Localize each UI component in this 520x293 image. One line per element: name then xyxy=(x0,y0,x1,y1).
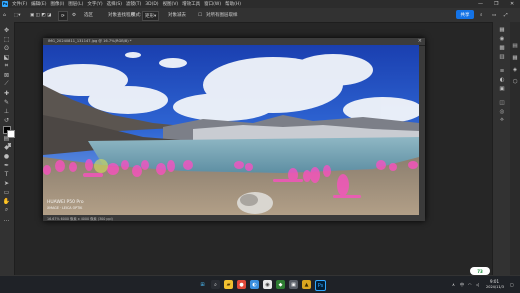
menu-file[interactable]: 文件(F) xyxy=(12,1,27,7)
quick-mask-icon[interactable]: ◙ xyxy=(5,140,14,148)
menu-window[interactable]: 窗口(W) xyxy=(204,1,221,7)
brush-tool-icon[interactable]: ✎ xyxy=(2,98,11,106)
share-button[interactable]: 共享 xyxy=(456,10,474,19)
volume-icon[interactable]: ◁ xyxy=(476,282,479,287)
weather-badge-value: 73 xyxy=(477,268,483,274)
app-icon-green[interactable]: ◆ xyxy=(276,280,285,289)
document-title: IMG_20240811_131147.jpg @ 16.7%(RGB/8) * xyxy=(48,39,132,43)
menu-plugins[interactable]: 增效工具 xyxy=(182,1,200,7)
search-icon[interactable]: ⌕ xyxy=(480,11,483,19)
wifi-icon[interactable]: ◠ xyxy=(468,282,472,287)
mode-label: 选区 xyxy=(84,13,93,18)
ime-indicator[interactable]: 中 xyxy=(460,282,464,288)
selection-mode-icons[interactable]: ▣ ◫ ◩ ◪ xyxy=(30,11,51,19)
expand-icon[interactable]: ⤢ xyxy=(504,11,508,19)
stamp-tool-icon[interactable]: ⊥ xyxy=(2,107,11,115)
channels-panel-icon[interactable]: ◎ xyxy=(498,108,506,115)
history-panel-icon[interactable]: ▦ xyxy=(498,26,506,33)
settings-icon[interactable]: ⚙ xyxy=(72,11,76,19)
home-icon[interactable]: ⌂ xyxy=(3,11,6,19)
app-icon-gray[interactable]: ▣ xyxy=(289,280,298,289)
crop-tool-icon[interactable]: ⌗ xyxy=(2,62,11,70)
object-subtract-label: 对象减去 xyxy=(168,13,186,18)
menu-image[interactable]: 图像(I) xyxy=(50,1,64,7)
menu-select[interactable]: 选择(S) xyxy=(107,1,122,7)
options-bar: ⌂ ⬚▾ ▣ ◫ ◩ ◪ ⟳ ⚙ 选区 对象查找程序 模式: 矩形 ▾ 对象减去 … xyxy=(0,8,520,23)
document-status-text: 16.67% 6000 像素 x 4000 像素 (300 ppi) xyxy=(47,217,113,221)
tray-arrow-icon[interactable]: ∧ xyxy=(452,282,455,287)
object-selection-icon[interactable]: ⬕ xyxy=(2,53,11,61)
marquee-tool-icon[interactable]: ⬚ xyxy=(2,35,11,43)
app-icon-yellow[interactable]: ▲ xyxy=(302,280,311,289)
tools-panel: ✥ ⬚ ʘ ⬕ ⌗ ⊠ ⟋ ✚ ✎ ⊥ ↺ ◧ ▤ ◆ ● ✒ T ➤ ▭ ✋ … xyxy=(0,22,15,275)
frame-tool-icon[interactable]: ⊠ xyxy=(2,71,11,79)
landscape-photo xyxy=(43,45,419,215)
panel-icon-a[interactable]: ▤ xyxy=(511,42,519,49)
lasso-tool-icon[interactable]: ʘ xyxy=(2,44,11,52)
workspace-icon[interactable]: ▭ xyxy=(492,11,496,19)
paths-panel-icon[interactable]: ⟡ xyxy=(498,117,506,124)
mode-select[interactable]: 矩形 ▾ xyxy=(142,11,160,21)
watermark-sub: XMAGE · LEICA OPTIK xyxy=(47,206,83,210)
weather-widget-badge[interactable]: 73 xyxy=(470,267,490,275)
sample-label: 模式: xyxy=(131,13,142,18)
refresh-button[interactable]: ⟳ xyxy=(58,11,68,21)
menu-filter[interactable]: 滤镜(T) xyxy=(126,1,141,7)
shape-tool-icon[interactable]: ▭ xyxy=(2,188,11,196)
app-icon-red[interactable]: ● xyxy=(237,280,246,289)
panel-icon-c[interactable]: ◈ xyxy=(511,66,519,73)
move-tool-icon[interactable]: ✥ xyxy=(2,26,11,34)
menu-layer[interactable]: 图层(L) xyxy=(68,1,83,7)
photoshop-logo: Ps xyxy=(2,1,8,7)
menu-view[interactable]: 视图(V) xyxy=(163,1,179,7)
menu-bar: Ps 文件(F) 编辑(E) 图像(I) 图层(L) 文字(Y) 选择(S) 滤… xyxy=(0,0,520,8)
watermark-brand: HUAWEI P50 Pro xyxy=(47,200,84,205)
photoshop-taskbar-icon[interactable]: Ps xyxy=(315,280,326,291)
gradient-panel-icon[interactable]: ▥ xyxy=(498,53,506,60)
sample-all-checkbox[interactable]: ☐ xyxy=(198,11,202,19)
panel-icon-b[interactable]: ▦ xyxy=(511,54,519,61)
adjustments-panel-icon[interactable]: ◐ xyxy=(498,76,506,83)
far-right-strip: ▤ ▦ ◈ ⬡ xyxy=(510,22,520,275)
pen-tool-icon[interactable]: ✒ xyxy=(2,161,11,169)
menu-type[interactable]: 文字(Y) xyxy=(87,1,102,7)
edge-browser-icon[interactable]: ◐ xyxy=(250,280,259,289)
history-brush-icon[interactable]: ↺ xyxy=(2,116,11,124)
minimize-icon[interactable]: — xyxy=(478,1,483,7)
menu-help[interactable]: 帮助(H) xyxy=(225,1,241,7)
file-explorer-icon[interactable]: ▰ xyxy=(224,280,233,289)
hand-tool-icon[interactable]: ✋ xyxy=(2,197,11,205)
clock-date[interactable]: 2024/11/3 xyxy=(486,285,504,289)
object-selection-tool-icon[interactable]: ⬚▾ xyxy=(14,11,21,19)
color-panel-icon[interactable]: ◉ xyxy=(498,35,506,42)
menu-3d[interactable]: 3D(D) xyxy=(145,2,158,7)
sample-all-label: 对所有图层取样 xyxy=(206,13,238,18)
panel-icon-d[interactable]: ⬡ xyxy=(511,78,519,85)
zoom-tool-icon[interactable]: ⌕ xyxy=(2,206,11,214)
swatches-panel-icon[interactable]: ▩ xyxy=(498,44,506,51)
windows-start-icon[interactable]: ⊞ xyxy=(198,280,207,289)
restore-icon[interactable]: ❐ xyxy=(494,1,498,7)
windows-taskbar: ⊞ ⌕ ▰ ● ◐ ◉ ◆ ▣ ▲ Ps ∧ 中 ◠ ◁ 9:01 2024/1… xyxy=(0,275,520,293)
close-icon[interactable]: ✕ xyxy=(510,1,514,7)
healing-brush-icon[interactable]: ✚ xyxy=(2,89,11,97)
type-tool-icon[interactable]: T xyxy=(2,170,11,178)
layers-panel-icon[interactable]: ◫ xyxy=(498,99,506,106)
libraries-panel-icon[interactable]: ▣ xyxy=(498,85,506,92)
document-status-bar: 16.67% 6000 像素 x 4000 像素 (300 ppi) xyxy=(43,215,425,221)
more-tools-icon[interactable]: … xyxy=(2,215,11,223)
canvas-image[interactable]: HUAWEI P50 Pro XMAGE · LEICA OPTIK xyxy=(43,45,419,215)
properties-panel-icon[interactable]: ≡ xyxy=(498,67,506,74)
chrome-browser-icon[interactable]: ◉ xyxy=(263,280,272,289)
document-close-icon[interactable]: × xyxy=(418,38,422,44)
background-color-swatch[interactable] xyxy=(7,130,15,138)
search-taskbar-icon[interactable]: ⌕ xyxy=(211,280,220,289)
eyedropper-tool-icon[interactable]: ⟋ xyxy=(2,80,11,88)
menu-edit[interactable]: 编辑(E) xyxy=(31,1,46,7)
mode-select-value: 矩形 xyxy=(145,14,154,19)
path-selection-icon[interactable]: ➤ xyxy=(2,179,11,187)
clock-time[interactable]: 9:01 xyxy=(490,279,499,284)
dodge-tool-icon[interactable]: ● xyxy=(2,152,11,160)
notification-icon[interactable]: ▢ xyxy=(510,282,514,287)
